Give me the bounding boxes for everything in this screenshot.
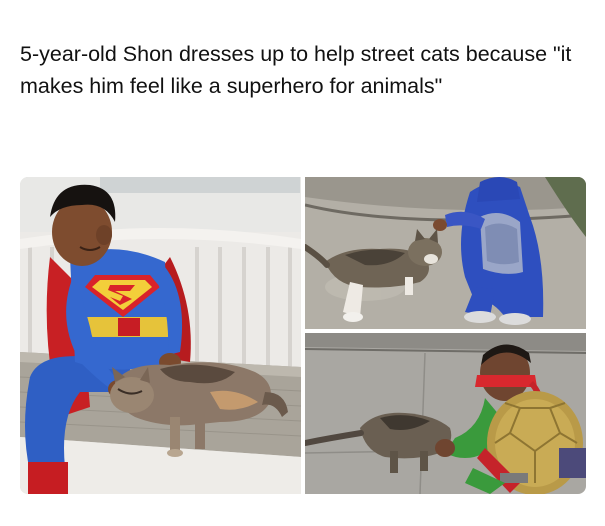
superman-boy-illustration xyxy=(20,177,301,494)
photo-batman-boy xyxy=(305,177,586,329)
photo-ninja-turtle-boy xyxy=(305,333,586,494)
photo-superman-boy xyxy=(20,177,301,494)
ninja-turtle-boy-illustration xyxy=(305,333,586,494)
post-caption: 5-year-old Shon dresses up to help stree… xyxy=(20,42,572,98)
batman-boy-illustration xyxy=(305,177,586,329)
